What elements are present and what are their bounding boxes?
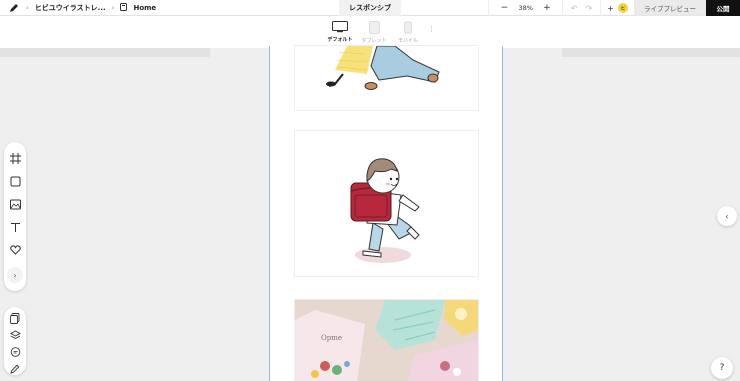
offscreen-section	[0, 48, 210, 57]
comments-icon[interactable]	[9, 346, 21, 358]
device-mobile[interactable]: モバイル	[394, 21, 422, 44]
photo-caption: Opme	[321, 334, 342, 342]
breadcrumb-site[interactable]: ヒビユウイラストレ...	[35, 3, 106, 13]
avatar[interactable]: ヒ	[618, 3, 628, 13]
live-preview-button[interactable]: ライブプレビュー	[634, 0, 706, 16]
undo-icon[interactable]: ↶	[571, 4, 578, 13]
rectangle-tool-icon[interactable]	[9, 175, 21, 187]
edit-pencil-icon[interactable]	[9, 363, 21, 375]
zoom-control: − 38% +	[488, 0, 561, 16]
toolbar-right: − 38% + ↶ ↷ + ヒ ライブプレビュー 公開	[488, 0, 740, 16]
device-label: モバイル	[397, 38, 418, 44]
chevron-right-icon: ›	[111, 3, 115, 12]
page-icon	[120, 2, 128, 13]
offscreen-section	[562, 48, 740, 57]
publish-button[interactable]: 公開	[706, 0, 740, 16]
chevron-right-icon: ›	[26, 3, 29, 12]
device-default[interactable]: デフォルト	[326, 21, 354, 43]
tablet-icon	[368, 21, 380, 34]
pages-icon[interactable]	[9, 312, 21, 324]
gallery-image-kids-walking[interactable]	[295, 46, 478, 110]
editor-canvas: Opme	[0, 46, 740, 381]
top-bar: › ヒビユウイラストレ... › Home レスポンシブ − 38% + ↶ ↷…	[0, 0, 740, 16]
zoom-in-button[interactable]: +	[542, 3, 552, 13]
open-right-panel-button[interactable]: ‹	[717, 206, 737, 226]
illustration-kids-walking	[326, 46, 440, 90]
text-tool-icon[interactable]	[9, 221, 21, 233]
layers-icon[interactable]	[9, 329, 21, 341]
device-label: デフォルト	[327, 37, 353, 43]
frame-tool-icon[interactable]	[9, 152, 21, 164]
mobile-icon	[404, 21, 412, 34]
device-switcher-bar: デフォルト タブレット モバイル ⋮	[0, 16, 740, 48]
breadcrumb: › ヒビユウイラストレ... › Home	[0, 0, 156, 16]
device-label: タブレット	[361, 38, 387, 44]
image-tool-icon[interactable]	[9, 198, 21, 210]
expand-toolbar-button[interactable]: ›	[7, 267, 23, 283]
history-controls: ↶ ↷	[561, 0, 600, 16]
zoom-level[interactable]: 38%	[518, 4, 532, 12]
add-collaborator-icon[interactable]: +	[607, 4, 614, 13]
illustration-child-backpack	[350, 158, 420, 263]
help-button[interactable]: ?	[711, 357, 733, 379]
collaborators: + ヒ	[600, 0, 634, 16]
pen-icon[interactable]	[8, 2, 20, 14]
desktop-icon	[332, 21, 348, 33]
chevron-left-icon: ‹	[725, 211, 729, 221]
redo-icon[interactable]: ↷	[586, 4, 593, 13]
left-toolbar-secondary	[4, 307, 26, 375]
chevron-right-icon: ›	[13, 270, 17, 280]
device-switcher: デフォルト タブレット モバイル ⋮	[326, 21, 435, 44]
favorites-heart-icon[interactable]	[9, 244, 21, 256]
gallery-image-stationery-photo[interactable]: Opme	[295, 300, 478, 381]
left-toolbar: ›	[4, 142, 26, 291]
gallery-image-child-backpack[interactable]	[295, 131, 478, 276]
page-frame[interactable]: Opme	[269, 46, 503, 381]
device-tablet[interactable]: タブレット	[360, 21, 388, 44]
breadcrumb-page[interactable]: Home	[133, 4, 156, 12]
zoom-out-button[interactable]: −	[499, 3, 509, 13]
more-devices-icon[interactable]: ⋮	[428, 25, 435, 33]
responsive-mode-tab[interactable]: レスポンシブ	[339, 0, 401, 16]
